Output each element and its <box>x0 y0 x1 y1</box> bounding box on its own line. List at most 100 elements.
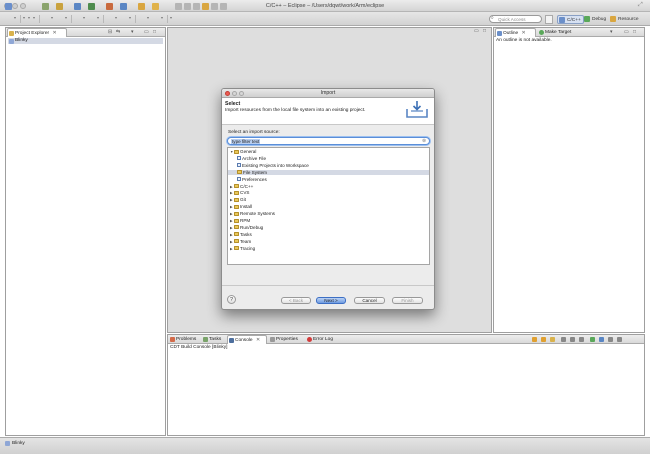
print-icon[interactable] <box>33 17 35 19</box>
dropdown-icon[interactable] <box>97 17 99 19</box>
folder-icon <box>234 218 239 223</box>
tree-item[interactable]: Archive File <box>228 156 429 161</box>
copy-icon[interactable] <box>570 337 575 342</box>
next-button[interactable]: Next > <box>316 297 346 304</box>
filter-input[interactable]: type filter text ⊗ <box>227 137 430 145</box>
tab-properties[interactable]: Properties <box>269 335 306 344</box>
tab-problems[interactable]: Problems <box>169 335 202 344</box>
help-button[interactable]: ? <box>227 295 236 304</box>
annotation-icon[interactable] <box>170 17 172 19</box>
new-class-icon[interactable] <box>74 3 81 10</box>
close-icon[interactable]: ✕ <box>52 31 56 36</box>
dropdown-icon[interactable] <box>83 17 85 19</box>
word-wrap-icon[interactable] <box>550 337 555 342</box>
maximize-icon[interactable]: □ <box>633 29 637 35</box>
tree-item[interactable]: ▶ RPM <box>228 218 429 223</box>
tree-item-label: RPM <box>240 218 251 223</box>
link-editor-icon[interactable]: ⇆ <box>116 29 121 35</box>
tab-error-log[interactable]: Error Log <box>306 335 339 344</box>
tab-project-explorer[interactable]: Project Explorer ✕ <box>7 28 67 37</box>
tree-item[interactable]: ▶ Git <box>228 197 429 202</box>
open-perspective-button[interactable] <box>545 15 553 24</box>
tab-console[interactable]: Console ✕ <box>227 335 267 344</box>
minimize-icon[interactable] <box>608 337 613 342</box>
pin-console-icon[interactable] <box>532 337 537 342</box>
fullscreen-icon[interactable]: ⤢ <box>638 2 643 9</box>
forward-icon[interactable] <box>184 3 191 10</box>
tree-item[interactable]: ▶ Remote Systems <box>228 211 429 216</box>
dropdown-icon[interactable] <box>147 17 149 19</box>
tree-item[interactable]: ▶ Tasks <box>228 232 429 237</box>
project-icon <box>9 38 14 44</box>
new-icon[interactable] <box>5 3 12 10</box>
minimize-icon[interactable]: ▭ <box>474 28 480 34</box>
maximize-icon[interactable] <box>617 337 622 342</box>
perspective-cpp-button[interactable]: C/C++ <box>557 15 584 24</box>
build-icon[interactable] <box>42 3 49 10</box>
close-icon[interactable]: ✕ <box>522 31 526 36</box>
tab-tasks[interactable]: Tasks <box>202 335 227 344</box>
tree-item[interactable]: ▶ Run/Debug <box>228 225 429 230</box>
perspective-resource-button[interactable]: Resource <box>609 15 641 24</box>
project-icon <box>5 441 10 446</box>
tree-item[interactable]: ▶ Install <box>228 204 429 209</box>
tab-outline[interactable]: Outline ✕ <box>495 28 536 37</box>
save-icon[interactable] <box>23 17 25 19</box>
tree-item[interactable]: ▶ C/C++ <box>228 184 429 189</box>
project-explorer-panel: Project Explorer ✕ ⊟ ⇆ ▾ ▭ □ Blinky <box>5 27 166 436</box>
back-button[interactable]: < Back <box>281 297 311 304</box>
minimize-icon[interactable]: ▭ <box>624 29 630 35</box>
external-tools-icon[interactable] <box>120 3 127 10</box>
close-icon[interactable]: ✕ <box>256 338 260 343</box>
scroll-lock-icon[interactable] <box>541 337 546 342</box>
finish-button[interactable]: Finish <box>392 297 423 304</box>
maximize-icon[interactable]: □ <box>483 28 487 34</box>
new-console-icon[interactable] <box>590 337 595 342</box>
run-icon[interactable] <box>106 3 113 10</box>
pin-icon[interactable] <box>202 3 209 10</box>
debug-icon[interactable] <box>88 3 95 10</box>
tree-item-blinky[interactable]: Blinky <box>8 38 163 44</box>
tab-make-target[interactable]: Make Target <box>538 28 582 37</box>
back-icon[interactable] <box>175 3 182 10</box>
tree-item[interactable]: ▶ Team <box>228 239 429 244</box>
dialog-zoom-button[interactable] <box>239 91 244 96</box>
clear-console-icon[interactable] <box>561 337 566 342</box>
nav-forward-icon[interactable] <box>220 3 227 10</box>
import-dialog: Import Select Import resources from the … <box>221 88 435 310</box>
tree-item[interactable]: Preferences <box>228 177 429 182</box>
clear-filter-icon[interactable]: ⊗ <box>422 138 426 144</box>
open-type-icon[interactable] <box>138 3 145 10</box>
tree-item[interactable]: ▼ General <box>228 149 429 154</box>
tree-item[interactable]: Existing Projects into Workspace <box>228 163 429 168</box>
display-selected-icon[interactable] <box>579 337 584 342</box>
tree-item[interactable]: File System <box>228 169 429 175</box>
cancel-button[interactable]: Cancel <box>354 297 385 304</box>
tree-item-label: Blinky <box>15 38 28 43</box>
dialog-minimize-button[interactable] <box>232 91 237 96</box>
minimize-icon[interactable]: ▭ <box>144 29 150 35</box>
save-all-icon[interactable] <box>28 17 30 19</box>
import-source-tree: ▼ General Archive File Existing Projects in… <box>227 147 430 265</box>
dropdown-icon[interactable] <box>65 17 67 19</box>
dialog-close-button[interactable] <box>225 91 230 96</box>
perspective-debug-button[interactable]: Debug <box>583 15 608 24</box>
tree-item[interactable]: ▶ CVS <box>228 190 429 195</box>
quick-access-input[interactable]: Quick Access <box>489 15 542 23</box>
tree-item[interactable]: ▶ Tracing <box>228 246 429 251</box>
hammer-icon[interactable] <box>56 3 63 10</box>
cpp-perspective-icon <box>559 17 565 23</box>
dropdown-icon[interactable] <box>14 17 16 19</box>
dropdown-icon[interactable] <box>51 17 53 19</box>
view-menu-icon[interactable]: ▾ <box>131 29 135 35</box>
collapse-all-icon[interactable]: ⊟ <box>108 29 113 35</box>
dropdown-icon[interactable] <box>161 17 163 19</box>
view-menu-icon[interactable]: ▾ <box>610 29 614 35</box>
dropdown-icon[interactable] <box>115 17 117 19</box>
nav-back-icon[interactable] <box>211 3 218 10</box>
history-icon[interactable] <box>193 3 200 10</box>
maximize-icon[interactable]: □ <box>153 29 157 35</box>
dropdown-icon[interactable] <box>129 17 131 19</box>
search-icon[interactable] <box>152 3 159 10</box>
display-console-icon[interactable] <box>599 337 604 342</box>
